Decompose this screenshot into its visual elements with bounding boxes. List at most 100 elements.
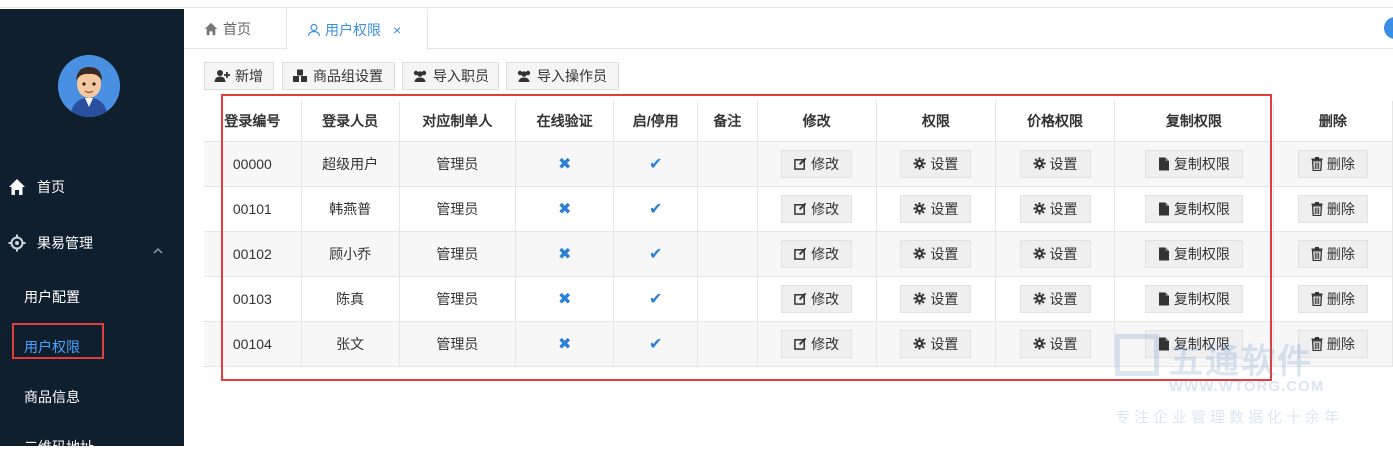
- edit-button[interactable]: 修改: [781, 149, 853, 178]
- close-icon[interactable]: ×: [393, 22, 401, 38]
- delete-cell: 删除: [1273, 276, 1393, 322]
- column-header[interactable]: 备注: [697, 101, 758, 142]
- user-permission-table: 登录编号 登录人员 对应制单人 在线验证 启/停用 备注 修改 权限 价格权限 …: [204, 101, 1393, 367]
- import-staff-button[interactable]: 导入职员: [402, 62, 499, 90]
- column-header[interactable]: 复制权限: [1114, 101, 1274, 142]
- copy-permission-cell: 复制权限: [1114, 141, 1274, 187]
- trash-icon: [1311, 291, 1323, 306]
- avatar[interactable]: [58, 55, 120, 117]
- sidebar-item-user-config[interactable]: 用户配置: [24, 287, 80, 307]
- maker-cell: 管理员: [399, 321, 517, 367]
- price-permission-settings-button[interactable]: 设置: [1019, 284, 1091, 313]
- edit-button[interactable]: 修改: [781, 329, 853, 358]
- cubes-icon: [293, 69, 307, 82]
- price-permission-settings-button[interactable]: 设置: [1019, 239, 1091, 268]
- column-header[interactable]: 删除: [1273, 101, 1393, 142]
- edit-icon: [794, 247, 807, 260]
- table-row[interactable]: 00101 韩燕普 管理员 ✖ ✔ 修改 设置 设置 复制权限 删除: [204, 186, 1393, 232]
- tab-user-permission[interactable]: 用户权限 ×: [286, 9, 428, 50]
- permission-settings-button[interactable]: 设置: [900, 239, 972, 268]
- home-icon: [204, 22, 218, 36]
- check-icon: ✔: [648, 245, 663, 263]
- price-permission-cell: 设置: [995, 231, 1116, 277]
- cross-icon: ✖: [557, 290, 572, 308]
- delete-button[interactable]: 删除: [1297, 284, 1368, 313]
- delete-cell: 删除: [1273, 141, 1393, 187]
- table-row[interactable]: 00102 顾小乔 管理员 ✖ ✔ 修改 设置 设置 复制权限 删除: [204, 231, 1393, 277]
- price-permission-settings-button[interactable]: 设置: [1019, 149, 1091, 178]
- price-permission-cell: 设置: [995, 186, 1116, 232]
- sidebar-item-label: 首页: [37, 179, 65, 195]
- price-permission-settings-button[interactable]: 设置: [1019, 194, 1091, 223]
- tab-label: 首页: [223, 21, 251, 37]
- note-cell: [697, 231, 758, 277]
- file-icon: [1158, 292, 1169, 305]
- online-verify-cell: ✖: [515, 186, 615, 232]
- highlight-box-sidebar: [12, 323, 104, 359]
- edit-cell: 修改: [757, 141, 877, 187]
- edit-button[interactable]: 修改: [781, 284, 853, 313]
- delete-button[interactable]: 删除: [1297, 239, 1368, 268]
- table-header-row: 登录编号 登录人员 对应制单人 在线验证 启/停用 备注 修改 权限 价格权限 …: [204, 101, 1393, 142]
- table-row[interactable]: 00000 超级用户 管理员 ✖ ✔ 修改 设置 设置 复制权限 删除: [204, 141, 1393, 187]
- add-button[interactable]: 新增: [204, 62, 274, 90]
- gear-icon: [1032, 292, 1046, 305]
- column-header[interactable]: 价格权限: [995, 101, 1116, 142]
- edit-cell: 修改: [757, 276, 877, 322]
- add-user-icon: [214, 70, 230, 82]
- check-icon: ✔: [648, 335, 663, 353]
- check-icon: ✔: [648, 200, 663, 218]
- sidebar-item-product-info[interactable]: 商品信息: [24, 387, 80, 407]
- sidebar-item-fruit-management[interactable]: 果易管理: [0, 223, 184, 263]
- copy-permission-button[interactable]: 复制权限: [1144, 194, 1243, 223]
- copy-permission-button[interactable]: 复制权限: [1144, 239, 1243, 268]
- column-header[interactable]: 启/停用: [613, 101, 699, 142]
- permission-settings-button[interactable]: 设置: [900, 149, 972, 178]
- column-header[interactable]: 在线验证: [515, 101, 615, 142]
- note-cell: [697, 276, 758, 322]
- sidebar-item-home[interactable]: 首页: [0, 167, 184, 207]
- login-id-cell: 00102: [204, 231, 302, 277]
- product-group-settings-button[interactable]: 商品组设置: [282, 62, 395, 90]
- gear-icon: [8, 234, 26, 252]
- top-strip: [0, 0, 1393, 8]
- edit-button[interactable]: 修改: [781, 194, 853, 223]
- check-icon: ✔: [648, 290, 663, 308]
- enabled-cell: ✔: [613, 186, 699, 232]
- gear-icon: [913, 292, 926, 305]
- tab-home[interactable]: 首页: [204, 9, 251, 49]
- delete-button[interactable]: 删除: [1297, 149, 1368, 178]
- watermark-slogan: 专注企业管理数据化十余年: [1115, 409, 1344, 426]
- sidebar: 首页 果易管理 用户配置 用户权限 商品信息 二维码地址: [0, 9, 184, 455]
- watermark-title: 五通软件: [1169, 342, 1313, 382]
- login-id-cell: 00101: [204, 186, 302, 232]
- edit-button[interactable]: 修改: [781, 239, 853, 268]
- column-header[interactable]: 权限: [876, 101, 996, 142]
- maker-cell: 管理员: [399, 141, 517, 187]
- column-header[interactable]: 登录人员: [301, 101, 400, 142]
- permission-cell: 设置: [876, 186, 996, 232]
- tab-label: 用户权限: [325, 21, 381, 38]
- users-icon: [517, 70, 531, 82]
- copy-permission-button[interactable]: 复制权限: [1144, 149, 1243, 178]
- price-permission-settings-button[interactable]: 设置: [1019, 329, 1091, 358]
- edit-cell: 修改: [757, 231, 877, 277]
- online-verify-cell: ✖: [515, 141, 615, 187]
- gear-icon: [913, 157, 926, 170]
- edit-icon: [794, 337, 807, 350]
- import-operator-button[interactable]: 导入操作员: [506, 62, 619, 90]
- copy-permission-button[interactable]: 复制权限: [1144, 284, 1243, 313]
- login-user-cell: 张文: [301, 321, 400, 367]
- table-row[interactable]: 00103 陈真 管理员 ✖ ✔ 修改 设置 设置 复制权限 删除: [204, 276, 1393, 322]
- column-header[interactable]: 对应制单人: [399, 101, 517, 142]
- permission-settings-button[interactable]: 设置: [900, 329, 972, 358]
- permission-settings-button[interactable]: 设置: [900, 284, 972, 313]
- column-header[interactable]: 修改: [757, 101, 877, 142]
- column-header[interactable]: 登录编号: [204, 101, 302, 142]
- edit-cell: 修改: [757, 321, 877, 367]
- login-user-cell: 陈真: [301, 276, 400, 322]
- permission-cell: 设置: [876, 141, 996, 187]
- sidebar-item-qrcode-address[interactable]: 二维码地址: [24, 437, 94, 457]
- delete-button[interactable]: 删除: [1297, 194, 1368, 223]
- permission-settings-button[interactable]: 设置: [900, 194, 972, 223]
